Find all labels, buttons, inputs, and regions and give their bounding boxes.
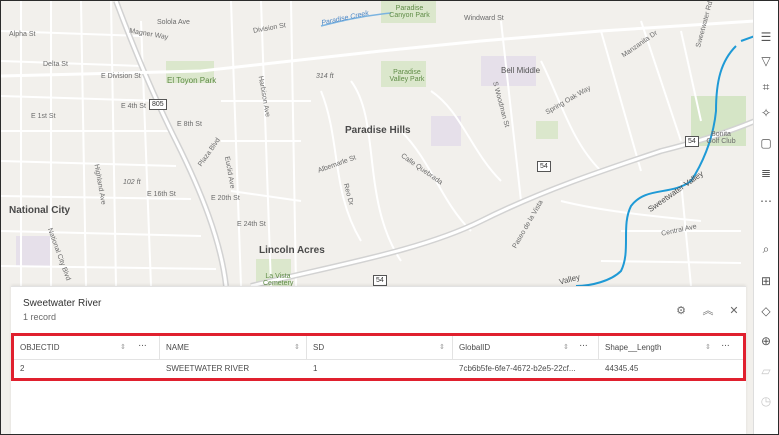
column-header-label: OBJECTID bbox=[20, 343, 60, 352]
map-label-paradise-hills: Paradise Hills bbox=[345, 125, 411, 136]
map-label-alpha-st: Alpha St bbox=[9, 31, 36, 38]
map-label-bonita-golf-club: Bonita Golf Club bbox=[706, 131, 736, 145]
route-shield-54: 54 bbox=[685, 136, 699, 147]
gear-icon[interactable]: ⚙ bbox=[674, 304, 688, 318]
cell-objectid: 2 bbox=[20, 364, 25, 373]
sort-icon[interactable]: ⇕ bbox=[120, 336, 126, 360]
column-header-shape-length[interactable]: Shape__Length ⇕ ··· bbox=[599, 336, 743, 360]
attribute-table: OBJECTID ⇕ ··· NAME ⇕ SD ⇕ GlobalID ⇕ ··… bbox=[11, 333, 746, 381]
column-header-globalid[interactable]: GlobalID ⇕ ··· bbox=[453, 336, 599, 360]
close-icon[interactable]: ✕ bbox=[727, 304, 741, 318]
map-label-e-8th-st: E 8th St bbox=[177, 121, 202, 128]
map-label-la-vista-cemetery: La Vista Cemetery bbox=[263, 273, 294, 287]
map-label-bell-middle: Bell Middle bbox=[501, 66, 541, 75]
column-menu-icon[interactable]: ··· bbox=[138, 334, 147, 358]
map-label-solola-ave: Solola Ave bbox=[157, 19, 190, 26]
app-window: National City Paradise Hills Lincoln Acr… bbox=[0, 0, 779, 435]
map-label-windward-st: Windward St bbox=[464, 15, 504, 22]
table-row[interactable]: 2 SWEETWATER RIVER 1 7cb6b5fe-6fe7-4672-… bbox=[14, 360, 743, 378]
route-shield-805: 805 bbox=[149, 99, 167, 110]
clock-icon[interactable]: ◷ bbox=[758, 393, 774, 409]
column-menu-icon[interactable]: ··· bbox=[721, 334, 730, 358]
record-count: 1 record bbox=[23, 312, 57, 322]
column-menu-icon[interactable]: ··· bbox=[579, 334, 588, 358]
sort-icon[interactable]: ⇕ bbox=[563, 336, 569, 360]
layers-icon[interactable]: ☰ bbox=[758, 29, 774, 45]
chevrons-up-icon[interactable]: ︽ bbox=[701, 304, 715, 318]
route-shield-54: 54 bbox=[373, 275, 387, 286]
legend-icon[interactable]: ▢ bbox=[758, 135, 774, 151]
map-label-e-24th-st: E 24th St bbox=[237, 221, 266, 228]
sort-icon[interactable]: ⇕ bbox=[705, 336, 711, 360]
filter-icon[interactable]: ▽ bbox=[758, 53, 774, 69]
search-icon[interactable]: ⌕ bbox=[758, 241, 774, 257]
map-label-lincoln-acres: Lincoln Acres bbox=[259, 245, 325, 256]
map-label-paradise-valley-park: Paradise Valley Park bbox=[389, 69, 425, 83]
column-header-label: SD bbox=[313, 343, 325, 352]
panel-title: Sweetwater River bbox=[23, 298, 102, 309]
sort-icon[interactable]: ⇕ bbox=[294, 336, 300, 360]
column-header-sd[interactable]: SD ⇕ bbox=[307, 336, 453, 360]
column-header-label: NAME bbox=[166, 343, 190, 352]
map-label-national-city: National City bbox=[9, 205, 71, 216]
sketch-icon[interactable]: ⌗ bbox=[758, 79, 774, 95]
bookmark-icon[interactable]: ▱ bbox=[758, 363, 774, 379]
more-icon[interactable]: ⋯ bbox=[758, 193, 774, 209]
table-header-row: OBJECTID ⇕ ··· NAME ⇕ SD ⇕ GlobalID ⇕ ··… bbox=[14, 336, 743, 360]
map-label-el-toyon-park: El Toyon Park bbox=[167, 76, 217, 85]
sort-icon[interactable]: ⇕ bbox=[439, 336, 445, 360]
map-label-e-1st-st: E 1st St bbox=[31, 113, 56, 120]
column-header-objectid[interactable]: OBJECTID ⇕ ··· bbox=[14, 336, 160, 360]
cell-sd: 1 bbox=[313, 364, 318, 373]
directions-icon[interactable]: ◇ bbox=[758, 303, 774, 319]
popup-icon[interactable]: ✧ bbox=[758, 105, 774, 121]
map-label-e-division-st: E Division St bbox=[101, 73, 141, 80]
map-label-delta-st: Delta St bbox=[43, 61, 68, 68]
column-header-label: GlobalID bbox=[459, 343, 491, 352]
measure-icon[interactable]: ⊞ bbox=[758, 273, 774, 289]
map-label-e-16th-st: E 16th St bbox=[147, 191, 176, 198]
cell-shape-length: 44345.45 bbox=[605, 364, 639, 373]
map-label-elevation-314: 314 ft bbox=[316, 73, 334, 80]
cell-name: SWEETWATER RIVER bbox=[166, 364, 250, 373]
column-header-name[interactable]: NAME ⇕ bbox=[160, 336, 307, 360]
column-header-label: Shape__Length bbox=[605, 343, 662, 352]
map-label-paradise-canyon-park: Paradise Canyon Park bbox=[389, 5, 430, 19]
list-icon[interactable]: ≣ bbox=[758, 165, 774, 181]
map-label-elevation-102: 102 ft bbox=[123, 179, 141, 186]
route-shield-54: 54 bbox=[537, 161, 551, 172]
cell-globalid: 7cb6b5fe-6fe7-4672-b2e5-22cf... bbox=[459, 364, 576, 373]
attribute-table-panel: Sweetwater River 1 record ⚙ ︽ ✕ OBJECTID… bbox=[11, 286, 746, 434]
map-label-e-4th-st: E 4th St bbox=[121, 103, 146, 110]
map-label-e-20th-st: E 20th St bbox=[211, 195, 240, 202]
map-toolbar: ☰ ▽ ⌗ ✧ ▢ ≣ ⋯ ⌕ ⊞ ◇ ⊕ ▱ ◷ bbox=[753, 1, 778, 434]
location-icon[interactable]: ⊕ bbox=[758, 333, 774, 349]
